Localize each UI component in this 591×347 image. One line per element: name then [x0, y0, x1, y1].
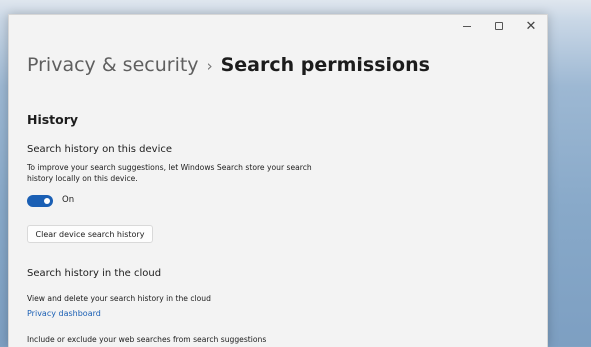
privacy-dashboard-link[interactable]: Privacy dashboard — [27, 309, 101, 318]
chevron-right-icon: › — [206, 57, 213, 75]
window-controls: ✕ — [451, 15, 547, 37]
include-web-searches-text: Include or exclude your web searches fro… — [27, 335, 267, 344]
breadcrumb-parent[interactable]: Privacy & security — [27, 54, 199, 76]
device-history-title: Search history on this device — [27, 144, 173, 155]
page-title: Privacy & security › Search permissions — [27, 53, 430, 78]
breadcrumb-current: Search permissions — [220, 54, 430, 76]
history-heading: History — [27, 112, 79, 127]
device-history-description: To improve your search suggestions, let … — [27, 163, 312, 183]
settings-window: ✕ Privacy & security › Search permissions … — [8, 14, 548, 347]
clear-device-history-button[interactable]: Clear device search history — [27, 225, 153, 243]
maximize-button[interactable] — [483, 15, 515, 37]
toggle-state-label: On — [62, 195, 75, 205]
cloud-history-title: Search history in the cloud — [27, 268, 162, 279]
minimize-button[interactable] — [451, 15, 483, 37]
cloud-history-description: View and delete your search history in t… — [27, 294, 211, 303]
device-history-toggle[interactable] — [27, 195, 53, 207]
toggle-knob — [44, 198, 50, 204]
close-button[interactable]: ✕ — [515, 15, 547, 37]
